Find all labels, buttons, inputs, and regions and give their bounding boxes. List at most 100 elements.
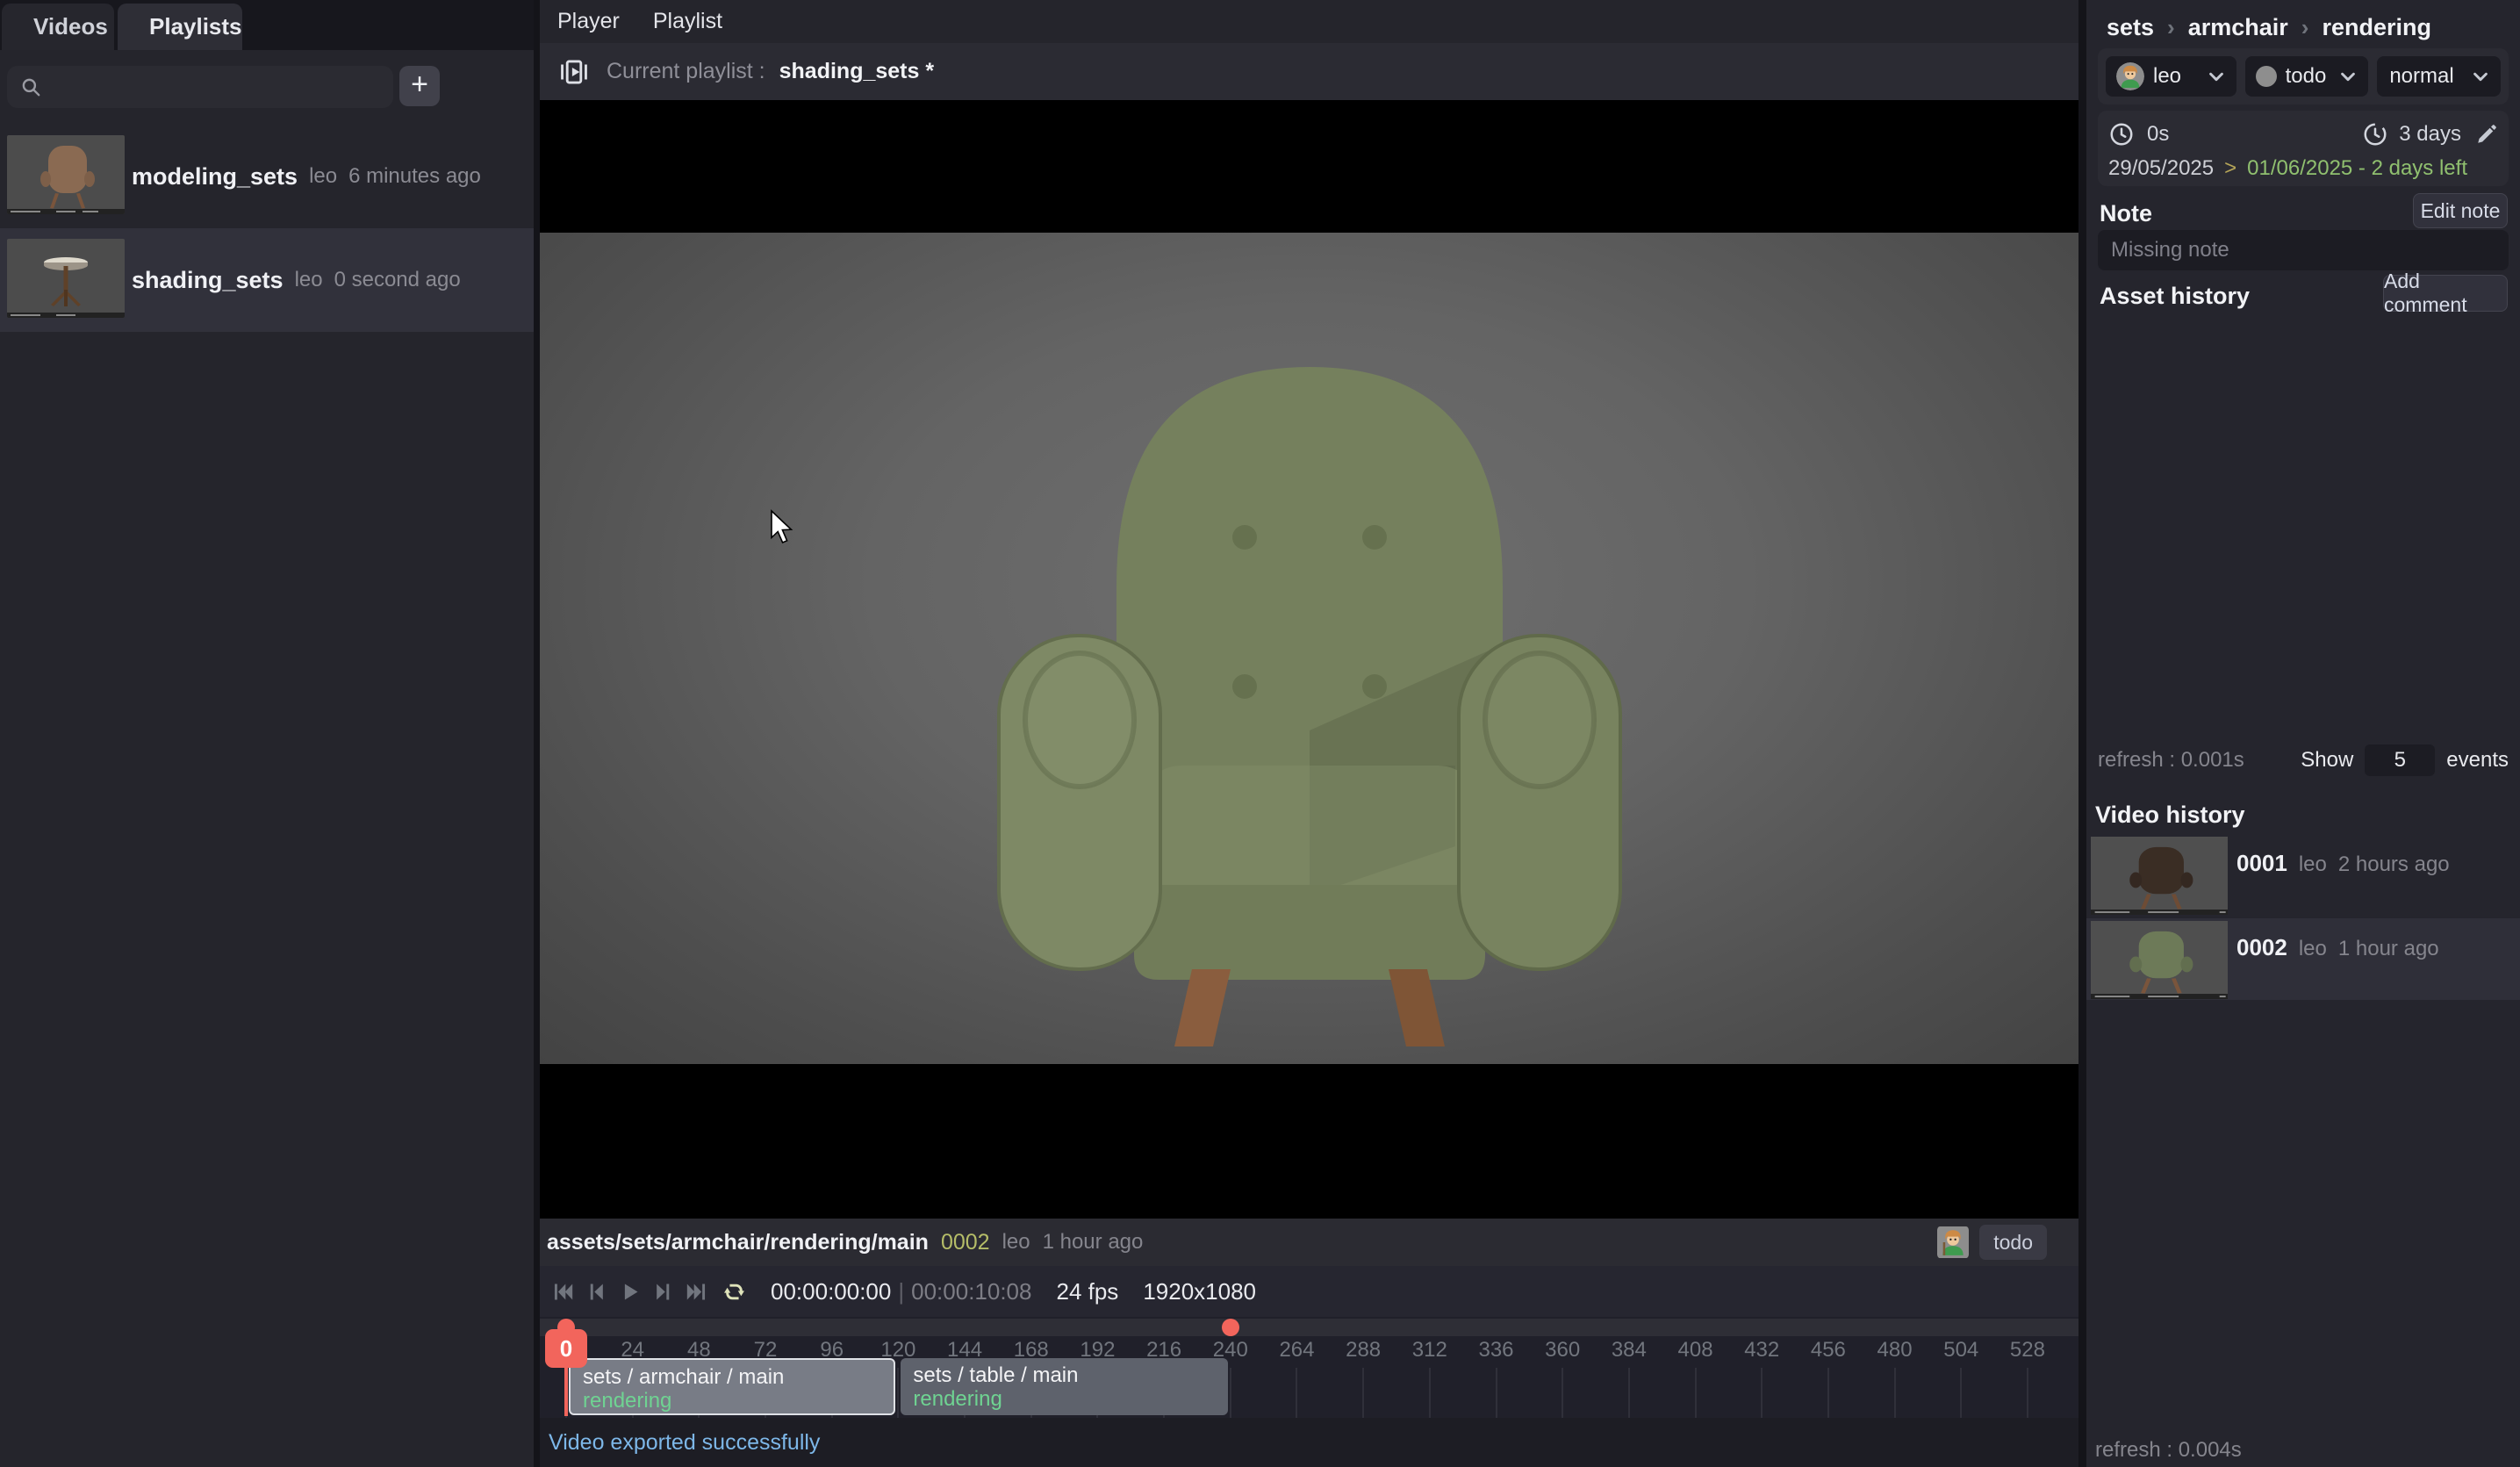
due-date: 01/06/2025 - 2 days left bbox=[2247, 156, 2467, 181]
priority-dropdown[interactable]: normal bbox=[2377, 56, 2501, 97]
playlist-name: modeling_sets bbox=[132, 163, 298, 191]
tab-playlists[interactable]: Playlists bbox=[118, 4, 242, 50]
timeline-frame-label: 312 bbox=[1404, 1338, 1456, 1363]
timeline-frame-label: 432 bbox=[1735, 1338, 1788, 1363]
playhead-handle[interactable]: 0 bbox=[545, 1329, 587, 1368]
video-history-thumbnail bbox=[2091, 837, 2228, 915]
player-main: Player Playlist Current playlist : shadi… bbox=[540, 0, 2078, 1467]
play-button[interactable] bbox=[618, 1280, 642, 1304]
skip-to-start-button[interactable] bbox=[551, 1280, 575, 1304]
fps-label: 24 fps bbox=[1056, 1278, 1118, 1305]
asset-history-title: Asset history bbox=[2100, 283, 2250, 310]
refresh-time-bottom: refresh : 0.004s bbox=[2095, 1438, 2242, 1463]
version-number: 0002 bbox=[941, 1230, 990, 1255]
version-info-bar: assets/sets/armchair/rendering/main 0002… bbox=[540, 1219, 2078, 1266]
task-selectors-panel: leo todo normal bbox=[2098, 48, 2509, 104]
video-history-item-0001[interactable]: 0001 leo 2 hours ago bbox=[2086, 834, 2520, 916]
timeline-tick bbox=[1429, 1368, 1431, 1418]
timeline-tick bbox=[2027, 1368, 2028, 1418]
search-icon bbox=[19, 76, 42, 98]
divider bbox=[534, 0, 540, 1467]
breadcrumb-sets[interactable]: sets bbox=[2107, 14, 2154, 41]
timeline-tick bbox=[1496, 1368, 1497, 1418]
tab-player[interactable]: Player bbox=[557, 9, 620, 34]
clock-icon bbox=[2108, 121, 2135, 147]
application-window: Videos Playlists + modeling_sets leo bbox=[0, 0, 2520, 1467]
tab-playlist[interactable]: Playlist bbox=[653, 9, 722, 34]
playback-controls: 00:00:00:00 | 00:00:10:08 24 fps 1920x10… bbox=[540, 1266, 2078, 1317]
edit-note-button[interactable]: Edit note bbox=[2413, 193, 2508, 228]
timeline-frame-label: 528 bbox=[2001, 1338, 2054, 1363]
playlist-icon bbox=[559, 57, 589, 87]
tab-videos[interactable]: Videos bbox=[2, 4, 114, 50]
video-frame: assets/sets/armchair/rendering/main_rend… bbox=[540, 233, 2078, 1064]
timeline-tick bbox=[1827, 1368, 1829, 1418]
video-history-thumbnail bbox=[2091, 921, 2228, 999]
loop-button[interactable] bbox=[722, 1280, 746, 1304]
playlist-item-shading-sets[interactable]: shading_sets leo 0 second ago bbox=[0, 228, 534, 332]
divider bbox=[2078, 0, 2086, 1467]
video-history-item-0002[interactable]: 0002 leo 1 hour ago bbox=[2086, 918, 2520, 1000]
timeline-tick bbox=[1562, 1368, 1563, 1418]
chevron-right-icon: › bbox=[2301, 14, 2309, 41]
breadcrumb-rendering[interactable]: rendering bbox=[2322, 14, 2431, 41]
assignee-avatar bbox=[2116, 62, 2144, 90]
timeline-clip[interactable]: sets / armchair / mainrendering bbox=[569, 1358, 895, 1415]
time-spent: 0s bbox=[2147, 122, 2169, 147]
comparison-video-surface[interactable] bbox=[540, 1091, 2078, 1219]
clip-task-status: rendering bbox=[913, 1387, 1227, 1411]
version-author: leo bbox=[1002, 1230, 1030, 1255]
history-author: leo bbox=[2299, 937, 2327, 961]
timeline-clip[interactable]: sets / table / mainrendering bbox=[901, 1358, 1227, 1415]
history-version: 0002 bbox=[2236, 934, 2287, 961]
status-dropdown[interactable]: todo bbox=[2245, 56, 2369, 97]
add-comment-button[interactable]: Add comment bbox=[2383, 275, 2508, 312]
timeline-tick bbox=[1960, 1368, 1962, 1418]
assignee-avatar bbox=[1937, 1226, 1969, 1259]
timeline-tick bbox=[1230, 1368, 1231, 1418]
priority-value: normal bbox=[2389, 64, 2453, 89]
clip-task-status: rendering bbox=[583, 1389, 894, 1413]
playlists-sidebar: Videos Playlists + modeling_sets leo bbox=[0, 0, 534, 1467]
timeline-frame-label: 456 bbox=[1802, 1338, 1855, 1363]
history-time: 1 hour ago bbox=[2338, 937, 2439, 961]
timeline-frame-label: 504 bbox=[1935, 1338, 1987, 1363]
previous-frame-button[interactable] bbox=[585, 1280, 608, 1304]
assignee-dropdown[interactable]: leo bbox=[2106, 56, 2236, 97]
breadcrumb-armchair[interactable]: armchair bbox=[2188, 14, 2288, 41]
note-box: Missing note bbox=[2098, 230, 2509, 270]
next-frame-button[interactable] bbox=[651, 1280, 675, 1304]
add-playlist-button[interactable]: + bbox=[399, 66, 440, 106]
timeline-tick bbox=[897, 1368, 899, 1418]
timeline-frame-label: 384 bbox=[1603, 1338, 1655, 1363]
status-value: todo bbox=[2286, 64, 2327, 89]
timeline-tick bbox=[1761, 1368, 1763, 1418]
playlist-thumbnail bbox=[7, 135, 125, 214]
status-dot-icon bbox=[2256, 66, 2277, 87]
timeline-tick bbox=[1894, 1368, 1896, 1418]
range-marker-dot[interactable] bbox=[1222, 1319, 1239, 1336]
task-status-badge[interactable]: todo bbox=[1979, 1225, 2047, 1260]
status-bar: Video exported successfully bbox=[540, 1418, 2078, 1467]
clip-title: sets / table / main bbox=[913, 1363, 1227, 1387]
current-playlist-label: Current playlist : bbox=[607, 59, 765, 84]
version-path: assets/sets/armchair/rendering/main bbox=[547, 1230, 929, 1255]
timeline-frame-label: 264 bbox=[1270, 1338, 1323, 1363]
timeline-marker-track[interactable] bbox=[540, 1319, 2078, 1336]
timeline-frame-label: 408 bbox=[1669, 1338, 1722, 1363]
timeline-frame-label: 360 bbox=[1536, 1338, 1589, 1363]
start-date: 29/05/2025 bbox=[2108, 156, 2214, 181]
pencil-icon[interactable] bbox=[2475, 123, 2498, 146]
history-version: 0001 bbox=[2236, 850, 2287, 877]
history-author: leo bbox=[2299, 852, 2327, 877]
timeline-tick bbox=[1296, 1368, 1297, 1418]
estimation-clock-icon bbox=[2362, 121, 2388, 147]
playlist-author: leo bbox=[295, 268, 323, 292]
video-player-surface[interactable]: assets/sets/armchair/rendering/main_rend… bbox=[540, 100, 2078, 1091]
events-label: events bbox=[2446, 748, 2509, 773]
events-count-input[interactable] bbox=[2365, 744, 2435, 776]
search-input[interactable] bbox=[51, 66, 384, 108]
playlist-item-modeling-sets[interactable]: modeling_sets leo 6 minutes ago bbox=[0, 125, 534, 228]
skip-to-end-button[interactable] bbox=[685, 1280, 708, 1304]
timeline[interactable]: 0244872961201441681922162402642883123363… bbox=[540, 1317, 2078, 1418]
